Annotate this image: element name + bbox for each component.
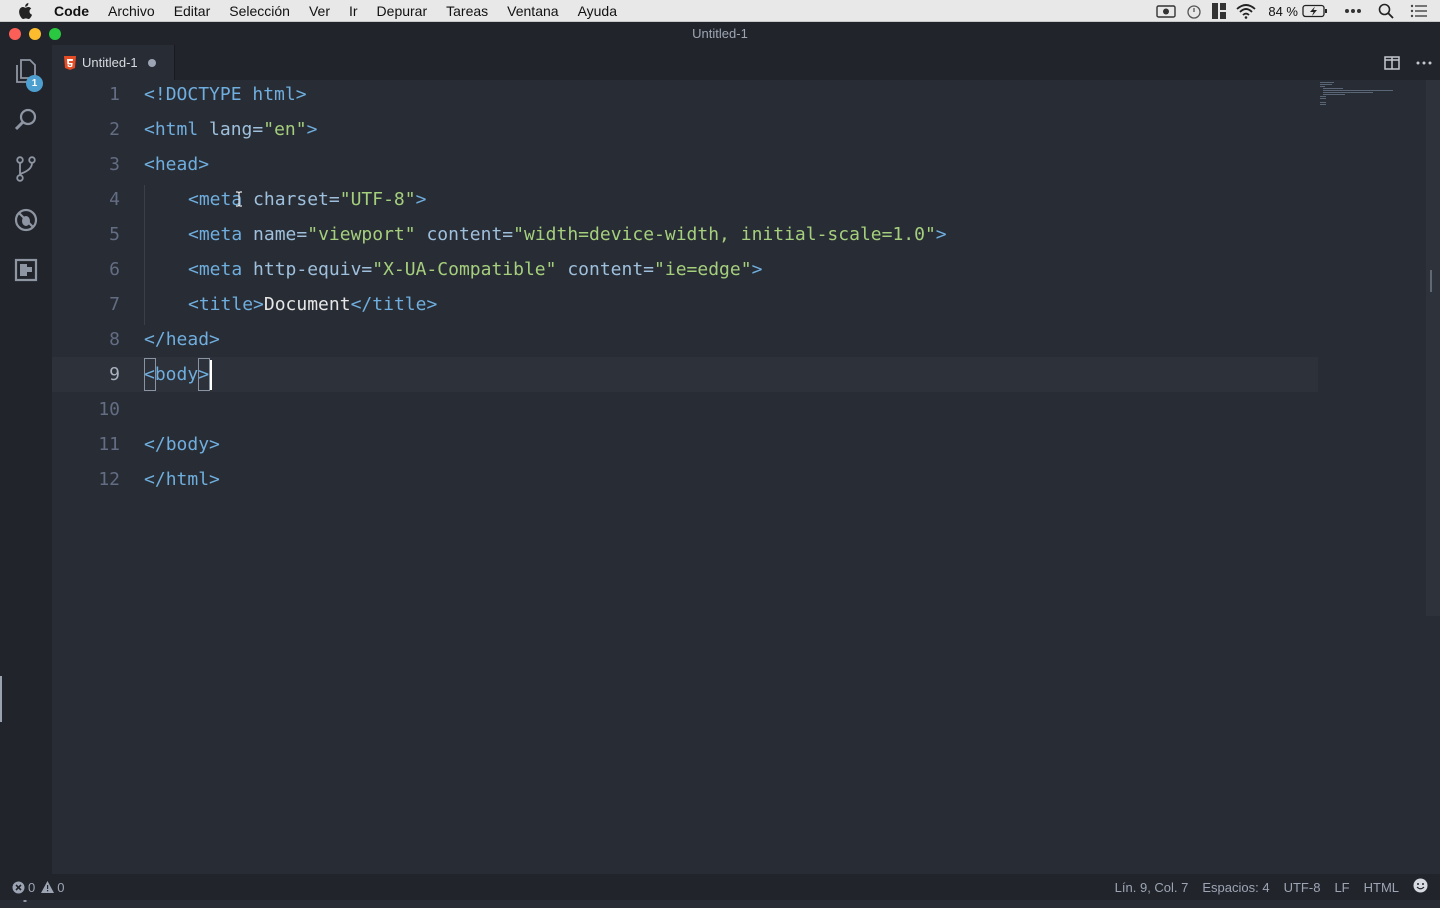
code-line[interactable]: 8 </head>: [52, 322, 1318, 357]
menu-editar[interactable]: Editar: [174, 3, 211, 19]
extensions-icon[interactable]: [0, 250, 52, 290]
macos-menu-bar: Code Archivo Editar Selección Ver Ir Dep…: [0, 0, 1440, 22]
menu-archivo[interactable]: Archivo: [108, 3, 155, 19]
code-line[interactable]: 12 </html>: [52, 462, 1318, 497]
code-line[interactable]: 1 <!DOCTYPE html>: [52, 77, 1318, 112]
menu-app-code[interactable]: Code: [54, 3, 89, 19]
apple-icon[interactable]: [18, 2, 38, 19]
menu-ventana[interactable]: Ventana: [507, 3, 558, 19]
window-edge-handle: [0, 676, 2, 722]
bracket-match-highlight: [144, 358, 156, 391]
bracket-match-highlight: [198, 358, 210, 391]
code-line[interactable]: 5 <meta name="viewport" content="width=d…: [52, 217, 1318, 252]
unsaved-dot-icon[interactable]: [147, 58, 156, 67]
line-number: 8: [109, 329, 120, 350]
code-line[interactable]: 11 </body>: [52, 427, 1318, 462]
split-editor-icon[interactable]: [1384, 55, 1400, 70]
menu-ir[interactable]: Ir: [349, 3, 358, 19]
warning-icon: [41, 881, 55, 893]
explorer-icon[interactable]: 1: [0, 51, 52, 92]
debug-icon[interactable]: [0, 200, 52, 240]
menu-ver[interactable]: Ver: [309, 3, 330, 19]
code-line[interactable]: 7 <title>Document</title>: [52, 287, 1318, 322]
battery-icon[interactable]: [1302, 4, 1328, 18]
editor-tab-bar: Untitled-1: [52, 45, 1440, 80]
code-line[interactable]: 3 <head>: [52, 147, 1318, 182]
code-line[interactable]: 10: [52, 392, 1318, 427]
wifi-icon[interactable]: [1236, 3, 1256, 19]
minimap[interactable]: [1318, 80, 1428, 120]
menu-seleccion[interactable]: Selección: [229, 3, 290, 19]
timer-icon[interactable]: [1186, 3, 1202, 19]
code-editor[interactable]: 1 <!DOCTYPE html> 2 <html lang="en"> 3 <…: [52, 80, 1440, 874]
spotlight-icon[interactable]: [1378, 3, 1394, 19]
line-number: 12: [98, 469, 120, 490]
warning-count: 0: [57, 879, 65, 895]
error-icon: [12, 881, 25, 893]
more-actions-icon[interactable]: [1416, 61, 1432, 65]
window-title-bar: Untitled-1: [0, 22, 1440, 45]
vertical-scrollbar[interactable]: [1426, 80, 1440, 616]
activity-bar: 1: [0, 45, 52, 902]
cursor-position-status[interactable]: Lín. 9, Col. 7: [1115, 880, 1189, 895]
window-title: Untitled-1: [692, 26, 748, 41]
encoding-status[interactable]: UTF-8: [1284, 880, 1321, 895]
text-cursor: [210, 360, 212, 390]
line-number: 5: [109, 224, 120, 245]
notification-list-icon[interactable]: [1410, 4, 1428, 18]
error-count: 0: [28, 879, 36, 895]
line-number: 4: [109, 189, 120, 210]
source-control-icon[interactable]: [0, 149, 52, 189]
layout-icon[interactable]: [1212, 3, 1227, 19]
line-number: 7: [109, 294, 120, 315]
tab-untitled-1[interactable]: Untitled-1: [52, 45, 175, 80]
language-mode-status[interactable]: HTML: [1364, 880, 1399, 895]
html5-icon: [64, 55, 76, 70]
line-number: 11: [98, 434, 120, 455]
battery-percent: 84 %: [1268, 3, 1298, 19]
line-number: 1: [109, 84, 120, 105]
more-icon[interactable]: [1344, 8, 1362, 14]
eol-status[interactable]: LF: [1334, 880, 1349, 895]
feedback-smiley-icon[interactable]: [1413, 878, 1428, 896]
mouse-ibeam-cursor-icon: [235, 191, 243, 212]
line-number: 2: [109, 119, 120, 140]
code-line[interactable]: 6 <meta http-equiv="X-UA-Compatible" con…: [52, 252, 1318, 287]
menu-tareas[interactable]: Tareas: [446, 3, 488, 19]
line-number: 3: [109, 154, 120, 175]
menu-ayuda[interactable]: Ayuda: [578, 3, 617, 19]
search-icon[interactable]: [0, 100, 52, 140]
line-number: 6: [109, 259, 120, 280]
screen-record-icon[interactable]: [1156, 4, 1177, 18]
code-line-current[interactable]: 9 <body>: [52, 357, 1318, 392]
warnings-status[interactable]: 0: [41, 880, 64, 895]
errors-status[interactable]: 0: [12, 880, 35, 895]
line-number: 10: [98, 399, 120, 420]
tab-label: Untitled-1: [82, 55, 138, 70]
line-number: 9: [109, 364, 120, 385]
indentation-status[interactable]: Espacios: 4: [1202, 880, 1269, 895]
scrollbar-cursor-marker: [1430, 270, 1440, 292]
menu-depurar[interactable]: Depurar: [377, 3, 428, 19]
code-line[interactable]: 2 <html lang="en">: [52, 112, 1318, 147]
explorer-badge: 1: [26, 75, 43, 92]
status-bar: 0 0 Lín. 9, Col. 7 Espacios: 4 UTF-8 LF …: [0, 874, 1440, 900]
